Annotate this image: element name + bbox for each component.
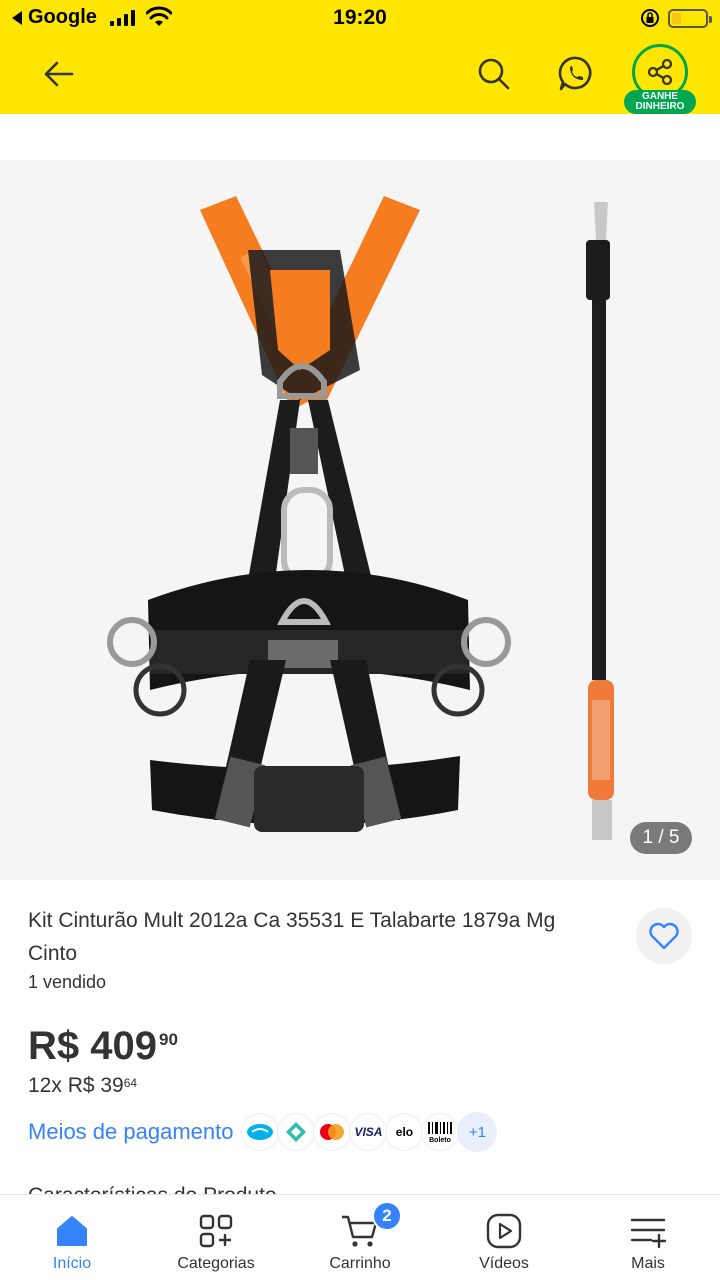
back-arrow-icon [44,61,74,87]
mercadopago-icon [241,1113,280,1151]
sold-count: 1 vendido [28,972,107,992]
top-bar: Google 19:20 GANHE DINHEIRO [0,0,720,114]
earn-money-badge: GANHE DINHEIRO [624,90,696,114]
search-icon [478,58,510,90]
share-icon [647,58,673,86]
nav-item-categories[interactable]: Categorias [144,1195,288,1280]
pix-icon [277,1113,316,1151]
menu-icon [630,1218,667,1249]
battery-icon [668,9,712,28]
nav-label-cart: Carrinho [329,1255,391,1272]
earn-badge-line2: DINHEIRO [635,101,685,112]
payment-methods-link[interactable]: Meios de pagamento [28,1119,233,1145]
home-icon [57,1216,87,1246]
installment-price: 12x R$ 39 64 [28,1074,137,1098]
nav-item-more[interactable]: Mais [576,1195,720,1280]
nav-item-home[interactable]: Início [0,1195,144,1280]
price-cents: 90 [158,1030,178,1049]
whatsapp-button[interactable] [548,46,604,102]
nav-label-more: Mais [631,1255,665,1272]
price-main: R$ 409 [28,1024,157,1068]
payment-methods-row: Meios de pagamento VISA elo Boleto +1 [28,1112,498,1152]
status-time: 19:20 [333,6,387,29]
categories-icon [199,1214,233,1248]
mastercard-icon [313,1113,352,1151]
videos-icon [486,1213,522,1249]
product-image [107,196,614,840]
product-title: Kit Cinturão Mult 2012a Ca 35531 E Talab… [28,909,556,965]
installment-cents: 64 [123,1076,138,1090]
bottom-navigation: Início Categorias 2 Carrinho Vídeos Mais [0,1194,720,1280]
share-earn-button[interactable]: GANHE DINHEIRO [624,44,696,116]
nav-label-videos: Vídeos [479,1255,529,1272]
boleto-icon: Boleto [421,1113,460,1151]
more-payment-methods[interactable]: +1 [457,1112,498,1152]
elo-icon: elo [385,1113,424,1151]
svg-text:Boleto: Boleto [430,1137,452,1144]
orientation-lock-icon [641,9,659,27]
nav-label-categories: Categorias [177,1255,255,1272]
heart-icon [649,922,679,950]
search-button[interactable] [466,46,522,102]
nav-item-videos[interactable]: Vídeos [432,1195,576,1280]
price: R$ 409 90 [28,1022,178,1070]
status-bar: Google 19:20 [0,0,720,38]
cart-count-badge: 2 [372,1201,402,1231]
back-button[interactable] [30,46,86,102]
nav-item-cart[interactable]: 2 Carrinho [288,1195,432,1280]
installment-main: 12x R$ 39 [28,1074,124,1097]
product-image-gallery[interactable] [0,160,720,880]
gallery-counter: 1 / 5 [630,822,692,854]
favorite-button[interactable] [636,908,692,964]
visa-icon: VISA [349,1113,388,1151]
whatsapp-icon [558,56,592,91]
nav-label-home: Início [52,1255,92,1272]
